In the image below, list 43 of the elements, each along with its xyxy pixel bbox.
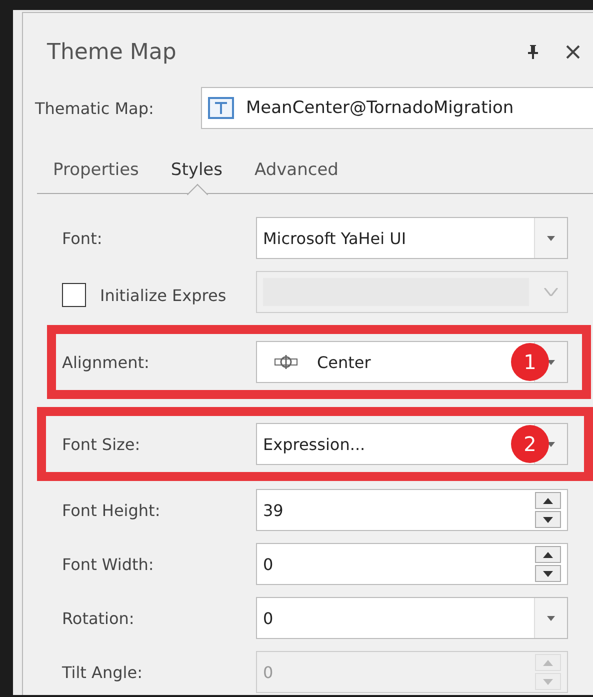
dropdown-value: 0 xyxy=(263,608,274,628)
number-badge: 2 xyxy=(511,425,549,463)
thematic-map-combo[interactable]: MeanCenter@TornadoMigration xyxy=(201,87,593,129)
number-badge: 1 xyxy=(511,343,549,381)
field-label: Thematic Map: xyxy=(35,98,155,118)
caret-icon xyxy=(547,236,555,240)
pin-icon[interactable] xyxy=(527,45,539,59)
tab[interactable]: Advanced xyxy=(238,147,354,193)
field-label: Font Size: xyxy=(62,434,142,454)
checkbox-label: Initialize Expres xyxy=(100,286,226,304)
down-arrow-icon xyxy=(543,678,553,684)
field-label: Font: xyxy=(62,228,104,248)
tab[interactable]: Properties xyxy=(37,147,155,193)
up-arrow-icon xyxy=(543,498,553,504)
spin-up-button[interactable] xyxy=(535,546,561,563)
field-label: Font Width: xyxy=(62,554,155,574)
text-layer-icon xyxy=(208,97,234,119)
spin-down-button[interactable] xyxy=(535,565,561,582)
down-arrow-icon xyxy=(543,570,553,576)
center-align-icon xyxy=(273,355,299,369)
spinner-field[interactable]: 0 xyxy=(256,543,568,585)
dropdown[interactable]: Expression... 2 xyxy=(256,423,568,465)
dropdown[interactable]: 0 xyxy=(256,597,568,639)
dropdown[interactable]: Microsoft YaHei UI xyxy=(256,217,568,259)
dropdown[interactable]: Center 1 xyxy=(256,341,568,383)
dropdown-value: Center xyxy=(317,352,371,372)
dropdown-value: Expression... xyxy=(263,434,366,454)
tab[interactable]: Styles xyxy=(154,147,238,193)
up-arrow-icon xyxy=(543,660,553,666)
dropdown-value: Microsoft YaHei UI xyxy=(263,228,406,248)
up-arrow-icon xyxy=(543,552,553,558)
close-icon[interactable] xyxy=(565,44,581,60)
down-arrow-icon xyxy=(543,516,553,522)
field-label: Font Height: xyxy=(62,500,162,520)
field-label: Tilt Angle: xyxy=(62,662,144,682)
caret-icon xyxy=(547,616,555,620)
spin-down-button[interactable] xyxy=(535,511,561,528)
field-label: Rotation: xyxy=(62,608,136,628)
panel-title: Theme Map xyxy=(47,40,178,64)
spinner-field[interactable]: 39 xyxy=(256,489,568,531)
chevron-icon xyxy=(544,288,558,296)
field-label: Alignment: xyxy=(62,352,150,372)
spin-up-button[interactable] xyxy=(535,492,561,509)
